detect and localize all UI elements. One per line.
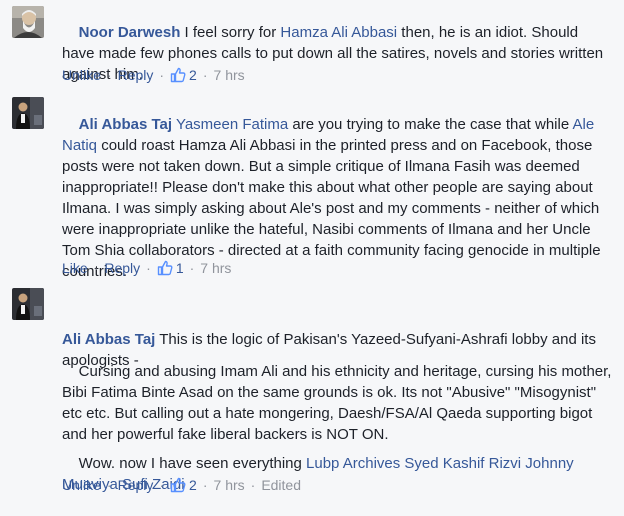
reply-button[interactable]: Reply (104, 260, 140, 276)
separator: · (106, 67, 112, 83)
like-count[interactable]: 1 (176, 260, 184, 276)
separator: · (250, 477, 256, 493)
comment-text-para: Wow. now I have seen everything Lubp Arc… (62, 432, 614, 516)
mention-link[interactable]: Yasmeen Fatima (176, 116, 288, 133)
text-segment: Cursing and abusing Imam Ali and his eth… (62, 363, 616, 443)
text-segment: are you trying to make the case that whi… (288, 116, 573, 133)
like-thumb-icon[interactable] (157, 260, 173, 276)
separator: · (106, 477, 112, 493)
separator: · (93, 260, 99, 276)
separator: · (202, 67, 208, 83)
like-button[interactable]: Like (62, 260, 88, 276)
comment-actions: Unlike · Reply · 2 · 7 hrs (62, 66, 245, 84)
separator: · (202, 477, 208, 493)
like-count[interactable]: 2 (189, 477, 197, 493)
avatar[interactable] (12, 288, 44, 320)
like-thumb-icon[interactable] (170, 67, 186, 83)
separator: · (146, 260, 151, 276)
separator: · (159, 67, 165, 83)
comment-text: Noor Darwesh I feel sorry for Hamza Ali … (62, 1, 614, 106)
unlike-button[interactable]: Unlike (62, 477, 101, 493)
comment-author[interactable]: Ali Abbas Taj (79, 116, 172, 133)
like-count[interactable]: 2 (189, 67, 197, 83)
timestamp[interactable]: 7 hrs (200, 260, 231, 276)
timestamp[interactable]: 7 hrs (214, 67, 245, 83)
avatar[interactable] (12, 6, 44, 38)
unlike-button[interactable]: Unlike (62, 67, 101, 83)
comment-actions: Unlike · Reply · 2 · 7 hrs · Edited (62, 476, 301, 494)
text-segment: I feel sorry for (180, 24, 281, 41)
like-thumb-icon[interactable] (170, 477, 186, 493)
avatar[interactable] (12, 97, 44, 129)
separator: · (189, 260, 195, 276)
edited-label[interactable]: Edited (261, 477, 301, 493)
reply-button[interactable]: Reply (118, 67, 154, 83)
separator: · (159, 477, 165, 493)
mention-link[interactable]: Hamza Ali Abbasi (280, 24, 397, 41)
comment-actions: Like · Reply · 1 · 7 hrs (62, 259, 231, 277)
comment-author[interactable]: Noor Darwesh (79, 24, 181, 41)
timestamp[interactable]: 7 hrs (214, 477, 245, 493)
reply-button[interactable]: Reply (118, 477, 154, 493)
text-segment: Wow. now I have seen everything (78, 455, 307, 472)
